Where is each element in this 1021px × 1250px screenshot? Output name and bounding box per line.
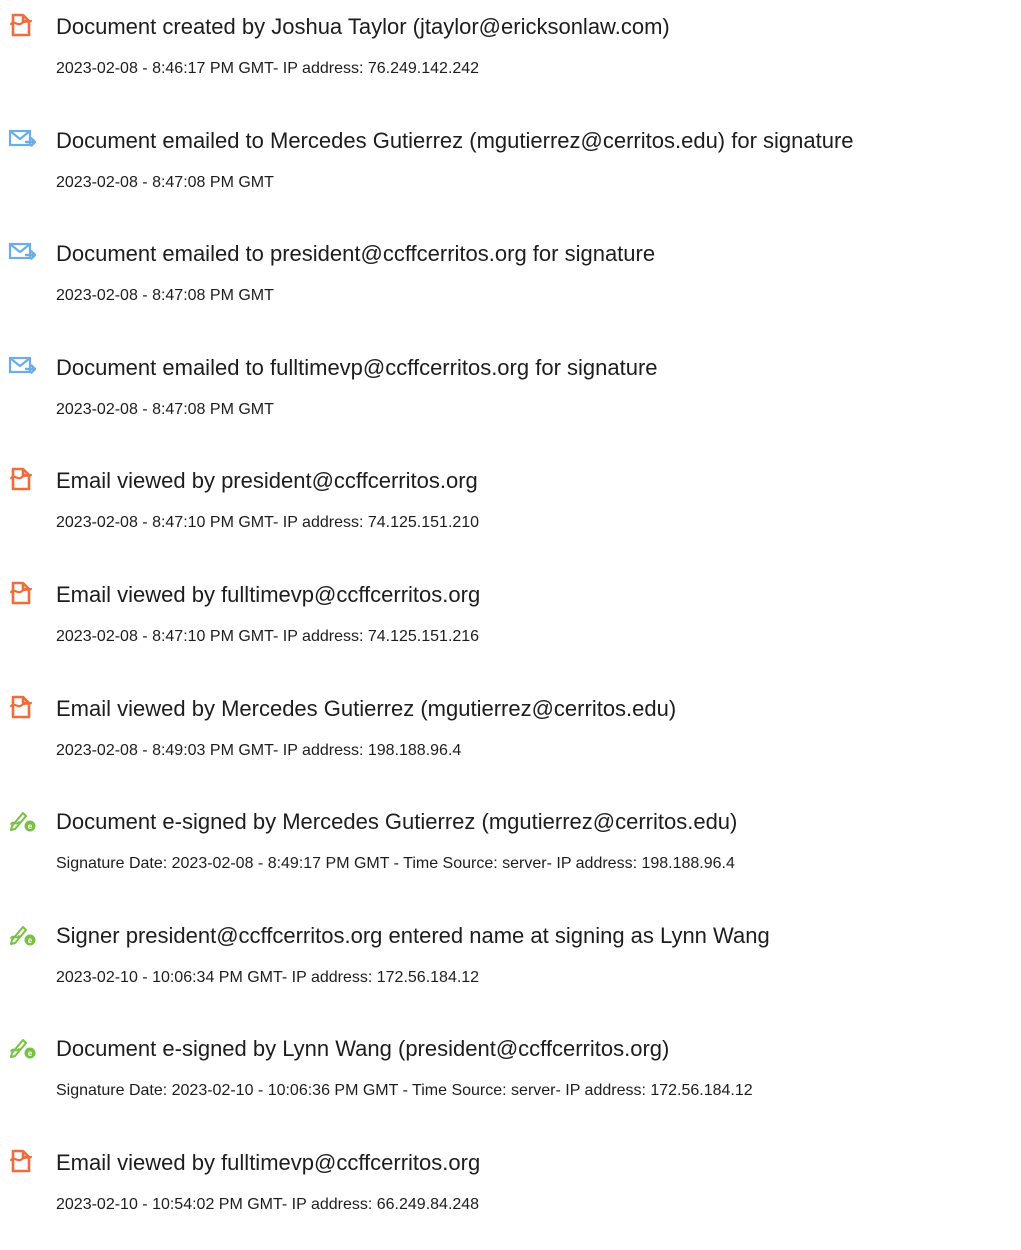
audit-event: Email viewed by president@ccffcerritos.o…	[0, 454, 1021, 568]
event-detail: 2023-02-08 - 8:47:10 PM GMT- IP address:…	[56, 627, 480, 645]
event-title: Email viewed by president@ccffcerritos.o…	[56, 468, 478, 494]
svg-text:e: e	[28, 936, 33, 945]
event-title: Email viewed by Mercedes Gutierrez (mgut…	[56, 695, 677, 721]
event-detail: 2023-02-08 - 8:47:08 PM GMT	[56, 287, 274, 305]
audit-event: Email viewed by Mercedes Gutierrez (mgut…	[0, 682, 1021, 796]
document-icon	[8, 694, 38, 720]
audit-event: Document emailed to president@ccffcerrit…	[0, 227, 1021, 341]
event-title: Document emailed to Mercedes Gutierrez (…	[56, 127, 854, 153]
event-detail: 2023-02-08 - 8:46:17 PM GMT- IP address:…	[56, 60, 480, 77]
event-detail: 2023-02-10 - 10:54:02 PM GMT- IP address…	[56, 1195, 480, 1213]
event-title: Document e-signed by Lynn Wang (presiden…	[56, 1036, 670, 1062]
document-icon	[8, 1148, 38, 1174]
event-title: Email viewed by fulltimevp@ccffcerritos.…	[56, 581, 481, 607]
event-detail: Signature Date: 2023-02-10 - 10:06:36 PM…	[56, 1082, 753, 1100]
event-detail: 2023-02-08 - 8:47:08 PM GMT	[56, 173, 274, 191]
audit-event: e Document e-signed by Mercedes Gutierre…	[0, 795, 1021, 909]
esign-icon: e	[8, 921, 38, 947]
event-detail: 2023-02-08 - 8:49:03 PM GMT- IP address:…	[56, 741, 462, 759]
svg-text:e: e	[28, 1049, 33, 1058]
event-title: Signer president@ccffcerritos.org entere…	[56, 922, 770, 948]
audit-event: e Document e-signed by Lynn Wang (presid…	[0, 1022, 1021, 1136]
event-title: Document emailed to fulltimevp@ccffcerri…	[56, 354, 658, 380]
audit-event: Document emailed to Mercedes Gutierrez (…	[0, 114, 1021, 228]
event-title: Document emailed to president@ccffcerrit…	[56, 241, 656, 267]
event-title: Document created by Joshua Taylor (jtayl…	[56, 14, 670, 39]
audit-event: Document created by Joshua Taylor (jtayl…	[0, 0, 1021, 114]
event-detail: Signature Date: 2023-02-08 - 8:49:17 PM …	[56, 855, 735, 873]
email-sent-icon	[8, 126, 38, 152]
email-sent-icon	[8, 239, 38, 265]
audit-event: Email viewed by fulltimevp@ccffcerritos.…	[0, 1136, 1021, 1250]
email-sent-icon	[8, 353, 38, 379]
event-detail: 2023-02-10 - 10:06:34 PM GMT- IP address…	[56, 968, 480, 986]
document-icon	[8, 580, 38, 606]
audit-event: e Signer president@ccffcerritos.org ente…	[0, 909, 1021, 1023]
audit-event: Document emailed to fulltimevp@ccffcerri…	[0, 341, 1021, 455]
event-detail: 2023-02-08 - 8:47:08 PM GMT	[56, 400, 274, 418]
event-detail: 2023-02-08 - 8:47:10 PM GMT- IP address:…	[56, 514, 480, 532]
audit-event: Email viewed by fulltimevp@ccffcerritos.…	[0, 568, 1021, 682]
document-icon	[8, 12, 38, 38]
event-title: Email viewed by fulltimevp@ccffcerritos.…	[56, 1149, 481, 1175]
esign-icon: e	[8, 807, 38, 833]
event-title: Document e-signed by Mercedes Gutierrez …	[56, 809, 738, 835]
svg-text:e: e	[28, 822, 33, 831]
document-icon	[8, 466, 38, 492]
audit-trail-list: Document created by Joshua Taylor (jtayl…	[0, 0, 1021, 1250]
esign-icon: e	[8, 1034, 38, 1060]
